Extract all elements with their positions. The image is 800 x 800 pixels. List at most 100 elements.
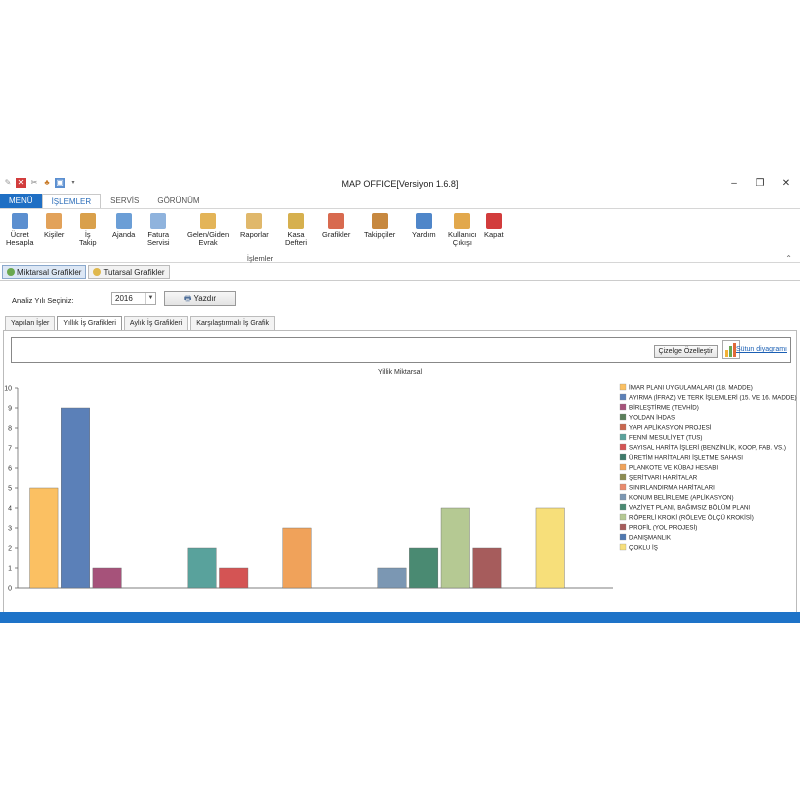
print-button[interactable]: 🖶 Yazdır bbox=[164, 291, 236, 306]
y-tick-label: 3 bbox=[8, 526, 12, 533]
ribbon-button-5[interactable]: Gelen/Giden Evrak bbox=[187, 213, 229, 247]
tab-karsilastirmali-is-grafik[interactable]: Karşılaştırmalı İş Grafik bbox=[190, 316, 276, 330]
calendar-icon bbox=[115, 213, 132, 229]
tab-menu[interactable]: MENÜ bbox=[0, 194, 42, 208]
people-icon bbox=[371, 213, 388, 229]
close-window-button[interactable]: ✕ bbox=[776, 177, 796, 191]
legend-label: SAYISAL HARİTA İŞLERİ (BENZİNLİK, KOOP, … bbox=[629, 445, 786, 452]
tab-gorunum[interactable]: GÖRÜNÜM bbox=[148, 194, 208, 208]
tab-tutarsal-grafikler[interactable]: Tutarsal Grafikler bbox=[88, 265, 170, 279]
legend-label: DANIŞMANLIK bbox=[629, 535, 672, 542]
tab-aylik-is-grafikleri[interactable]: Aylık İş Grafikleri bbox=[123, 316, 189, 330]
maximize-button[interactable]: ❐ bbox=[750, 177, 770, 191]
bar bbox=[219, 567, 249, 589]
ribbon-button-8[interactable]: Grafikler bbox=[322, 213, 350, 239]
person-icon bbox=[46, 213, 63, 229]
chevron-down-icon[interactable]: ▼ bbox=[145, 293, 155, 304]
bar bbox=[472, 547, 502, 589]
bar bbox=[92, 567, 122, 589]
legend-swatch bbox=[619, 493, 627, 501]
legend-label: İMAR PLANI UYGULAMALARI (18. MADDE) bbox=[629, 385, 753, 392]
bar bbox=[187, 547, 217, 589]
legend-label: BİRLEŞTİRME (TEVHİD) bbox=[629, 405, 699, 412]
help-icon bbox=[415, 213, 432, 229]
bar bbox=[535, 507, 565, 589]
minimize-button[interactable]: – bbox=[724, 177, 744, 191]
legend-label: ŞERİTVARI HARİTALAR bbox=[629, 475, 698, 482]
printer-icon: 🖶 bbox=[183, 294, 192, 303]
y-tick-label: 9 bbox=[8, 406, 12, 413]
legend-label: KONUM BELİRLEME (APLİKASYON) bbox=[629, 495, 734, 502]
legend-swatch bbox=[619, 533, 627, 541]
legend-label: PROFİL (YOL PROJESİ) bbox=[629, 525, 697, 532]
tab-miktarsal-grafikler[interactable]: Miktarsal Grafikler bbox=[2, 265, 87, 279]
chart-properties-button[interactable]: Çizelge Özelleştir bbox=[653, 345, 718, 358]
legend-swatch bbox=[619, 403, 627, 411]
folder-icon bbox=[200, 213, 217, 229]
quantity-chart-icon bbox=[7, 268, 15, 276]
legend-swatch bbox=[619, 473, 627, 481]
ribbon-button-label: Hesapla bbox=[6, 238, 34, 247]
tab-islemler[interactable]: İŞLEMLER bbox=[41, 194, 102, 208]
clipboard-icon bbox=[79, 213, 96, 229]
legend-label: PLANKOTE VE KÜBAJ HESABI bbox=[629, 465, 718, 472]
year-select[interactable]: 2016 ▼ bbox=[111, 292, 156, 305]
tab-yillik-is-grafikleri[interactable]: Yıllık İş Grafikleri bbox=[57, 316, 122, 330]
ribbon-button-1[interactable]: Kişiler bbox=[44, 213, 64, 239]
ribbon-button-10[interactable]: Yardım bbox=[412, 213, 436, 239]
report-icon bbox=[246, 213, 263, 229]
tab-servis[interactable]: SERVİS bbox=[101, 194, 148, 208]
chart-type-link[interactable]: Sütun diyagramı bbox=[736, 346, 787, 353]
legend-swatch bbox=[619, 513, 627, 521]
pie-chart-icon bbox=[328, 213, 345, 229]
ribbon-button-label: Takipçiler bbox=[364, 230, 396, 239]
legend-swatch bbox=[619, 543, 627, 551]
ribbon-button-label: Yardım bbox=[412, 230, 436, 239]
legend-swatch bbox=[619, 523, 627, 531]
year-value: 2016 bbox=[115, 294, 133, 303]
collapse-ribbon-icon[interactable]: ⌃ bbox=[785, 254, 792, 263]
ribbon-button-label: Grafikler bbox=[322, 230, 351, 239]
ribbon-button-2[interactable]: İş Takip bbox=[79, 213, 97, 247]
bar bbox=[282, 527, 312, 589]
app-window: ✎ ✕ ✂ ♣ ▣ ▾ MAP OFFICE[Versiyon 1.6.8] –… bbox=[0, 175, 800, 623]
ribbon-button-label: Takip bbox=[79, 238, 97, 247]
y-tick-label: 4 bbox=[8, 506, 12, 513]
sub-tabs: Yapılan İşler Yıllık İş Grafikleri Aylık… bbox=[5, 316, 277, 330]
ribbon-button-label: Servisi bbox=[147, 238, 170, 247]
ribbon-button-7[interactable]: Kasa Defteri bbox=[285, 213, 307, 247]
ribbon-button-label: Defteri bbox=[285, 238, 308, 247]
legend-label: ÇOKLU İŞ bbox=[629, 545, 658, 552]
year-label: Analiz Yılı Seçiniz: bbox=[12, 296, 74, 305]
window-title: MAP OFFICE[Versiyon 1.6.8] bbox=[341, 179, 459, 189]
legend-swatch bbox=[619, 433, 627, 441]
ribbon-button-9[interactable]: Takipçiler bbox=[364, 213, 395, 239]
y-tick-label: 7 bbox=[8, 446, 12, 453]
bar-chart: 0 1 2 3 4 5 6 7 8 9 10 İMAR PLANI UYGULAMALARI (18.… bbox=[4, 383, 797, 593]
legend-label: RÖPERLİ KROKİ (RÖLEVE ÖLÇÜ KROKİSİ) bbox=[629, 515, 754, 522]
legend-label: VAZİYET PLANI, BAĞIMSIZ BÖLÜM PLANI bbox=[629, 505, 750, 512]
ribbon-group-label: İşlemler bbox=[246, 254, 274, 263]
ribbon-button-0[interactable]: Ücret Hesapla bbox=[6, 213, 34, 247]
ribbon-button-12[interactable]: Kapat bbox=[484, 213, 504, 239]
legend-label: FENNİ MESULİYET (TUS) bbox=[629, 435, 702, 442]
ribbon-button-label: Çıkışı bbox=[452, 238, 472, 247]
chart-title: Yillik Miktarsal bbox=[377, 369, 423, 376]
ribbon-button-label: Raporlar bbox=[240, 230, 269, 239]
ribbon-button-6[interactable]: Raporlar bbox=[240, 213, 269, 239]
legend-label: YOLDAN İHDAS bbox=[629, 415, 675, 422]
legend-swatch bbox=[619, 413, 627, 421]
ribbon-button-11[interactable]: Kullanıcı Çıkışı bbox=[448, 213, 477, 247]
legend-swatch bbox=[619, 463, 627, 471]
print-label: Yazdır bbox=[193, 294, 217, 303]
tag-icon bbox=[454, 213, 471, 229]
y-tick-label: 5 bbox=[8, 486, 12, 493]
ribbon-button-3[interactable]: Ajanda bbox=[112, 213, 135, 239]
ribbon-button-4[interactable]: Fatura Servisi bbox=[147, 213, 170, 247]
y-tick-label: 10 bbox=[4, 386, 12, 393]
y-tick-label: 0 bbox=[8, 586, 12, 593]
bar bbox=[409, 547, 439, 589]
bar bbox=[377, 567, 407, 589]
invoice-icon bbox=[150, 213, 167, 229]
tab-yapilan-isler[interactable]: Yapılan İşler bbox=[5, 316, 56, 330]
